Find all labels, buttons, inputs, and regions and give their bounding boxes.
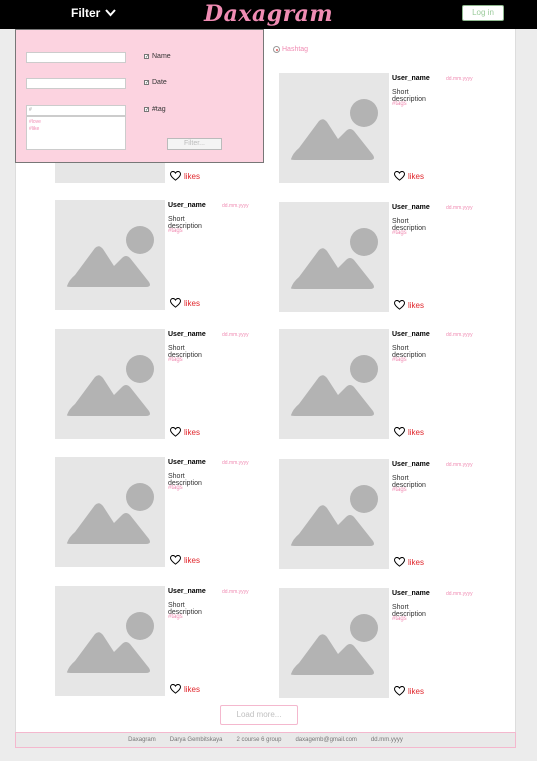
filter-label: Filter: [71, 6, 101, 20]
image-placeholder-icon[interactable]: [55, 586, 165, 696]
post-date: dd.mm.yyyy: [222, 460, 249, 466]
filter-button[interactable]: Filter...: [167, 138, 222, 150]
likes-label: likes: [184, 298, 201, 308]
like-button[interactable]: likes: [394, 427, 424, 437]
post-username[interactable]: User_name: [168, 459, 206, 466]
post-username[interactable]: User_name: [392, 204, 430, 211]
name-checkbox[interactable]: ✓ Name: [144, 53, 171, 60]
likes-label: likes: [184, 427, 201, 437]
likes-label: likes: [184, 555, 201, 565]
post-date: dd.mm.yyyy: [446, 205, 473, 211]
hashtag-radio[interactable]: Hashtag: [273, 46, 308, 53]
login-button[interactable]: Log in: [462, 5, 504, 21]
post-tags[interactable]: #tags: [168, 357, 183, 363]
post-username[interactable]: User_name: [392, 590, 430, 597]
post-tags[interactable]: #tags: [392, 487, 407, 493]
load-more-button[interactable]: Load more...: [220, 705, 298, 725]
like-button[interactable]: likes: [394, 171, 424, 181]
tag-suggestion-list[interactable]: #love #like: [26, 116, 126, 150]
likes-label: likes: [184, 684, 201, 694]
likes-label: likes: [408, 171, 425, 181]
post-date: dd.mm.yyyy: [222, 203, 249, 209]
like-button[interactable]: likes: [170, 684, 200, 694]
date-checkbox[interactable]: ✓ Date: [144, 79, 167, 86]
tag-suggestion[interactable]: #like: [29, 126, 123, 133]
likes-label: likes: [184, 171, 201, 181]
check-icon[interactable]: ✓: [144, 54, 149, 60]
post-tags[interactable]: #tags: [168, 485, 183, 491]
heart-icon[interactable]: [394, 427, 405, 437]
image-placeholder-icon[interactable]: [55, 329, 165, 439]
tag-filter-input[interactable]: #: [26, 105, 126, 116]
date-filter-input[interactable]: [26, 78, 126, 89]
image-placeholder-icon[interactable]: [279, 588, 389, 698]
post-date: dd.mm.yyyy: [446, 462, 473, 468]
post-date: dd.mm.yyyy: [446, 76, 473, 82]
likes-label: likes: [408, 686, 425, 696]
heart-icon[interactable]: [394, 557, 405, 567]
name-checkbox-label: Name: [152, 53, 171, 60]
tag-checkbox[interactable]: ✓ #tag: [144, 106, 166, 113]
hashtag-radio-label: Hashtag: [282, 46, 309, 53]
like-button[interactable]: likes: [170, 427, 200, 437]
footer-group: 2 course 6 group: [236, 737, 282, 743]
post-date: dd.mm.yyyy: [446, 332, 473, 338]
post-tags[interactable]: #tags: [168, 228, 183, 234]
likes-label: likes: [408, 300, 425, 310]
heart-icon[interactable]: [394, 686, 405, 696]
image-placeholder-icon[interactable]: [55, 200, 165, 310]
top-bar: Filter Daxagram Log in: [0, 0, 537, 29]
like-button[interactable]: likes: [170, 171, 200, 181]
image-placeholder-icon[interactable]: [279, 73, 389, 183]
likes-label: likes: [408, 427, 425, 437]
like-button[interactable]: likes: [394, 300, 424, 310]
check-icon[interactable]: ✓: [144, 107, 149, 113]
post-date: dd.mm.yyyy: [446, 591, 473, 597]
heart-icon[interactable]: [394, 300, 405, 310]
post-username[interactable]: User_name: [168, 588, 206, 595]
post-tags[interactable]: #tags: [392, 230, 407, 236]
footer: Daxagram Darya Gembitskaya 2 course 6 gr…: [15, 732, 516, 748]
post-username[interactable]: User_name: [392, 461, 430, 468]
image-placeholder-icon[interactable]: [279, 329, 389, 439]
filter-panel: # #love #like ✓ Name ✓ Date ✓ #tag Filte…: [15, 29, 264, 163]
post-date: dd.mm.yyyy: [222, 332, 249, 338]
image-placeholder-icon[interactable]: [55, 457, 165, 567]
heart-icon[interactable]: [170, 298, 181, 308]
footer-author: Darya Gembitskaya: [169, 737, 223, 743]
like-button[interactable]: likes: [394, 686, 424, 696]
chevron-down-icon: [105, 9, 117, 17]
heart-icon[interactable]: [394, 171, 405, 181]
post-tags[interactable]: #tags: [392, 101, 407, 107]
likes-label: likes: [408, 557, 425, 567]
post-tags[interactable]: #tags: [392, 357, 407, 363]
post-username[interactable]: User_name: [168, 331, 206, 338]
heart-icon[interactable]: [170, 555, 181, 565]
post-date: dd.mm.yyyy: [222, 589, 249, 595]
heart-icon[interactable]: [170, 684, 181, 694]
heart-icon[interactable]: [170, 427, 181, 437]
like-button[interactable]: likes: [394, 557, 424, 567]
footer-app: Daxagram: [128, 737, 156, 743]
tag-checkbox-label: #tag: [152, 106, 166, 113]
post-tags[interactable]: #tags: [392, 616, 407, 622]
post-tags[interactable]: #tags: [168, 614, 183, 620]
image-placeholder-icon[interactable]: [279, 202, 389, 312]
post-username[interactable]: User_name: [392, 75, 430, 82]
post-username[interactable]: User_name: [168, 202, 206, 209]
check-icon[interactable]: ✓: [144, 80, 149, 86]
filter-toggle[interactable]: Filter: [71, 6, 117, 20]
footer-date: dd.mm.yyyy: [370, 737, 403, 743]
image-placeholder-icon[interactable]: [279, 459, 389, 569]
post-username[interactable]: User_name: [392, 331, 430, 338]
footer-email[interactable]: daxagemb@gmail.com: [295, 737, 356, 743]
heart-icon[interactable]: [170, 171, 181, 181]
like-button[interactable]: likes: [170, 298, 200, 308]
logo: Daxagram: [204, 1, 334, 27]
date-checkbox-label: Date: [152, 79, 167, 86]
radio-icon[interactable]: [273, 46, 280, 53]
name-filter-input[interactable]: [26, 52, 126, 63]
like-button[interactable]: likes: [170, 555, 200, 565]
tag-suggestion[interactable]: #love: [29, 119, 123, 126]
